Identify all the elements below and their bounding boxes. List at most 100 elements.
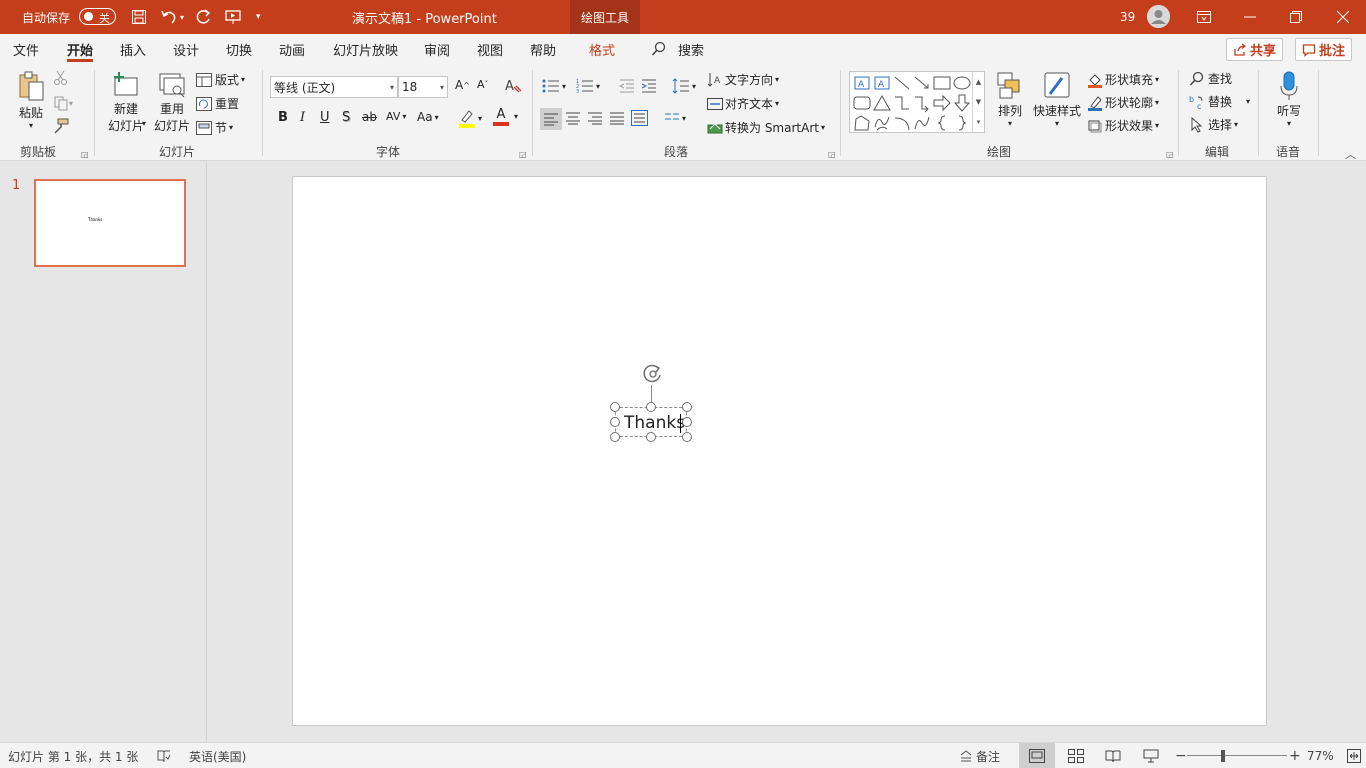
justify-icon[interactable] [609,111,625,125]
shapes-gallery[interactable]: A A ▲ ▼ ▾ [849,71,985,133]
undo-icon[interactable] [158,0,180,34]
decrease-indent-icon[interactable] [619,78,635,94]
share-button[interactable]: 共享 [1226,38,1284,61]
new-slide-dropdown-icon[interactable]: ▾ [142,119,146,128]
cut-icon[interactable] [53,70,69,86]
resize-handle-w[interactable] [610,417,620,427]
grow-font-button[interactable]: A ^ [455,78,470,92]
numbering-icon[interactable]: 123 ▾ [576,78,600,94]
normal-view-icon[interactable] [1019,743,1055,768]
restore-icon[interactable] [1273,0,1319,34]
elbow-connector-shape-icon[interactable] [892,93,912,113]
font-color-button[interactable]: A [493,108,509,126]
section-button[interactable]: 节 ▾ [196,119,233,136]
resize-handle-s[interactable] [646,432,656,442]
align-text-button[interactable]: 对齐文本 ▾ [707,95,779,112]
font-name-select[interactable]: 等线 (正文) ▾ [270,76,398,98]
zoom-slider[interactable] [1187,755,1287,756]
find-button[interactable]: 查找 [1189,70,1232,87]
replace-button[interactable]: bc 替换 ▾ [1189,93,1250,110]
left-brace-shape-icon[interactable] [932,113,952,133]
bullets-icon[interactable]: ▾ [542,78,566,94]
minimize-icon[interactable] [1227,0,1273,34]
tab-animations[interactable]: 动画 [279,34,305,64]
fit-to-window-icon[interactable] [1347,743,1361,768]
tab-slideshow[interactable]: 幻灯片放映 [333,34,398,64]
text-shadow-button[interactable]: S [342,110,350,125]
strikethrough-button[interactable]: ab [362,110,377,124]
tab-design[interactable]: 设计 [173,34,199,64]
shape-fill-button[interactable]: 形状填充 ▾ [1087,71,1159,88]
tab-help[interactable]: 帮助 [530,34,556,64]
arrow-line-shape-icon[interactable] [912,73,932,93]
resize-handle-ne[interactable] [682,402,692,412]
shape-outline-button[interactable]: 形状轮廓 ▾ [1087,94,1159,111]
tab-insert[interactable]: 插入 [120,34,146,64]
oval-shape-icon[interactable] [952,73,972,93]
search-box[interactable]: 搜索 [678,34,704,64]
rounded-rectangle-shape-icon[interactable] [852,93,872,113]
rectangle-shape-icon[interactable] [932,73,952,93]
slide-sorter-icon[interactable] [1068,743,1084,768]
columns-icon[interactable]: ▾ [664,111,686,125]
accessibility-icon[interactable] [157,743,171,768]
italic-button[interactable]: I [300,110,305,125]
zoom-out-icon[interactable]: − [1175,743,1187,768]
language-indicator[interactable]: 英语(美国) [189,743,246,768]
rotate-handle-icon[interactable] [641,363,665,385]
paragraph-launcher-icon[interactable]: ◲ [828,150,836,159]
format-painter-icon[interactable] [53,118,69,134]
zoom-slider-thumb[interactable] [1221,750,1225,762]
undo-dropdown-icon[interactable]: ▾ [180,0,184,34]
close-icon[interactable] [1320,0,1366,34]
align-right-icon[interactable] [587,111,603,125]
gallery-scroll-icon[interactable]: ▲ ▼ ▾ [972,72,984,132]
increase-indent-icon[interactable] [641,78,657,94]
resize-handle-e[interactable] [682,417,692,427]
textbox-shape-icon[interactable]: A [852,73,872,93]
text-direction-button[interactable]: A 文字方向 ▾ [707,71,779,88]
slideshow-view-icon[interactable] [1143,743,1159,768]
highlight-icon[interactable]: ▾ [458,108,482,128]
font-launcher-icon[interactable]: ◲ [519,150,527,159]
autosave-toggle[interactable]: 关 [79,8,116,25]
zoom-level[interactable]: 77% [1307,743,1334,768]
elbow-arrow-connector-shape-icon[interactable] [912,93,932,113]
vertical-textbox-shape-icon[interactable]: A [872,73,892,93]
font-color-dropdown-icon[interactable]: ▾ [514,112,518,121]
comments-button[interactable]: 批注 [1295,38,1353,61]
shape-effects-button[interactable]: 形状效果 ▾ [1087,117,1159,134]
customize-qat-icon[interactable]: ▾ [256,0,261,34]
clipboard-launcher-icon[interactable]: ◲ [81,150,89,159]
arc-shape-icon[interactable] [892,113,912,133]
ribbon-display-options-icon[interactable] [1181,0,1227,34]
slide-thumbnail[interactable]: Thanks [34,179,186,267]
textbox-text[interactable]: Thanks [624,413,685,433]
right-arrow-shape-icon[interactable] [932,93,952,113]
resize-handle-n[interactable] [646,402,656,412]
quick-styles-button[interactable]: 快速样式 ▾ [1032,70,1082,128]
down-arrow-shape-icon[interactable] [952,93,972,113]
distributed-align-icon[interactable] [631,110,648,126]
resize-handle-nw[interactable] [610,402,620,412]
layout-button[interactable]: 版式 ▾ [196,71,245,88]
arrange-button[interactable]: 排列 ▾ [994,70,1026,128]
drawing-launcher-icon[interactable]: ◲ [1166,150,1174,159]
resize-handle-se[interactable] [682,432,692,442]
reuse-slides-button[interactable]: 重用 幻灯片 [154,70,190,134]
reading-view-icon[interactable] [1105,743,1121,768]
select-button[interactable]: 选择 ▾ [1189,116,1238,133]
copy-icon[interactable]: ▾ [53,95,73,111]
tab-view[interactable]: 视图 [477,34,503,64]
line-spacing-icon[interactable]: ▾ [672,78,696,94]
tab-file[interactable]: 文件 [13,34,39,64]
reset-button[interactable]: 重置 [196,95,239,112]
tab-home[interactable]: 开始 [67,34,94,64]
triangle-shape-icon[interactable] [872,93,892,113]
dictate-button[interactable]: 听写 ▾ [1275,70,1303,128]
resize-handle-sw[interactable] [610,432,620,442]
tab-review[interactable]: 审阅 [424,34,450,64]
zoom-in-icon[interactable]: + [1289,743,1301,768]
slide-info[interactable]: 幻灯片 第 1 张，共 1 张 [8,743,138,768]
notes-button[interactable]: 备注 [959,743,1000,768]
